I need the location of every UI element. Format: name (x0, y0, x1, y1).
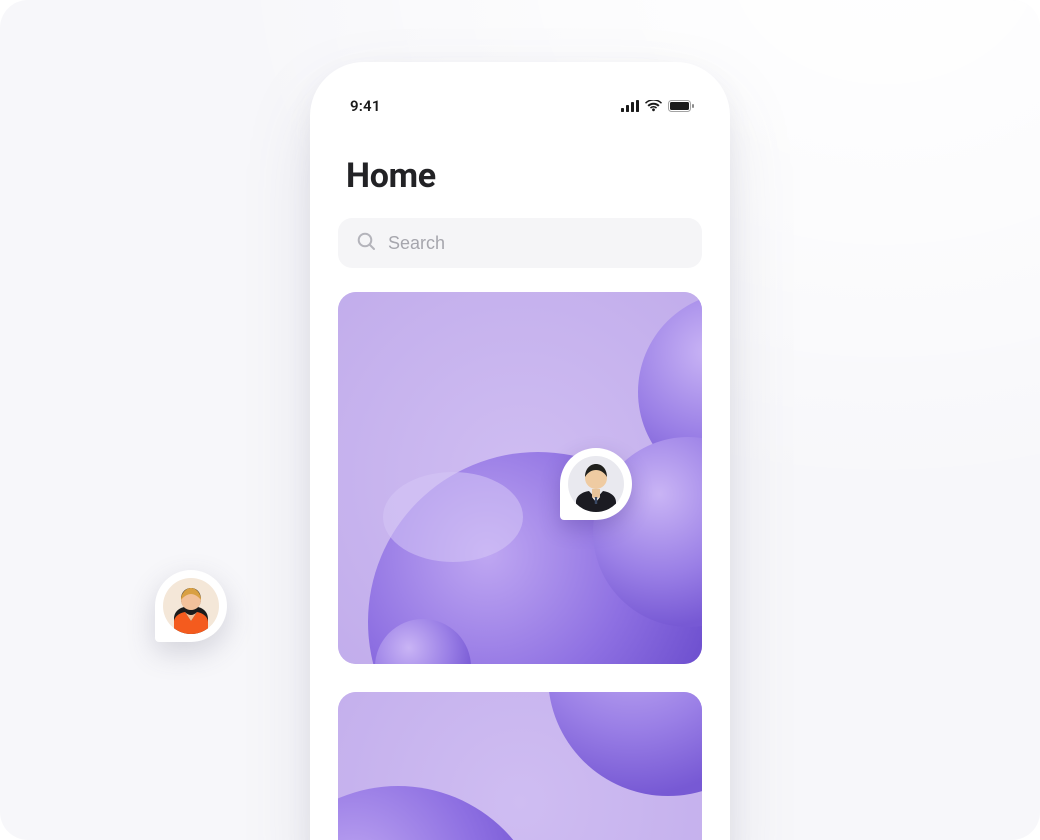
page-title: Home (310, 122, 730, 196)
battery-full-icon (668, 100, 694, 112)
card-avatar-pin[interactable] (560, 448, 632, 520)
avatar-woman (163, 578, 219, 634)
feed-list (338, 292, 702, 840)
feed-card[interactable] (338, 692, 702, 840)
status-time: 9:41 (350, 97, 381, 115)
status-bar: 9:41 (310, 62, 730, 122)
search-bar[interactable] (338, 218, 702, 268)
status-icons (621, 100, 694, 112)
search-icon (356, 231, 376, 255)
cellular-signal-icon (621, 100, 639, 112)
search-input[interactable] (388, 233, 684, 254)
floating-avatar-pin[interactable] (155, 570, 227, 642)
avatar-man (568, 456, 624, 512)
card-art-purple-blobs (338, 292, 702, 664)
card-art-purple-blobs (338, 692, 702, 840)
presentation-canvas: 9:41 (0, 0, 1040, 840)
phone-frame: 9:41 (310, 62, 730, 840)
wifi-icon (645, 100, 662, 112)
feed-card[interactable] (338, 292, 702, 664)
